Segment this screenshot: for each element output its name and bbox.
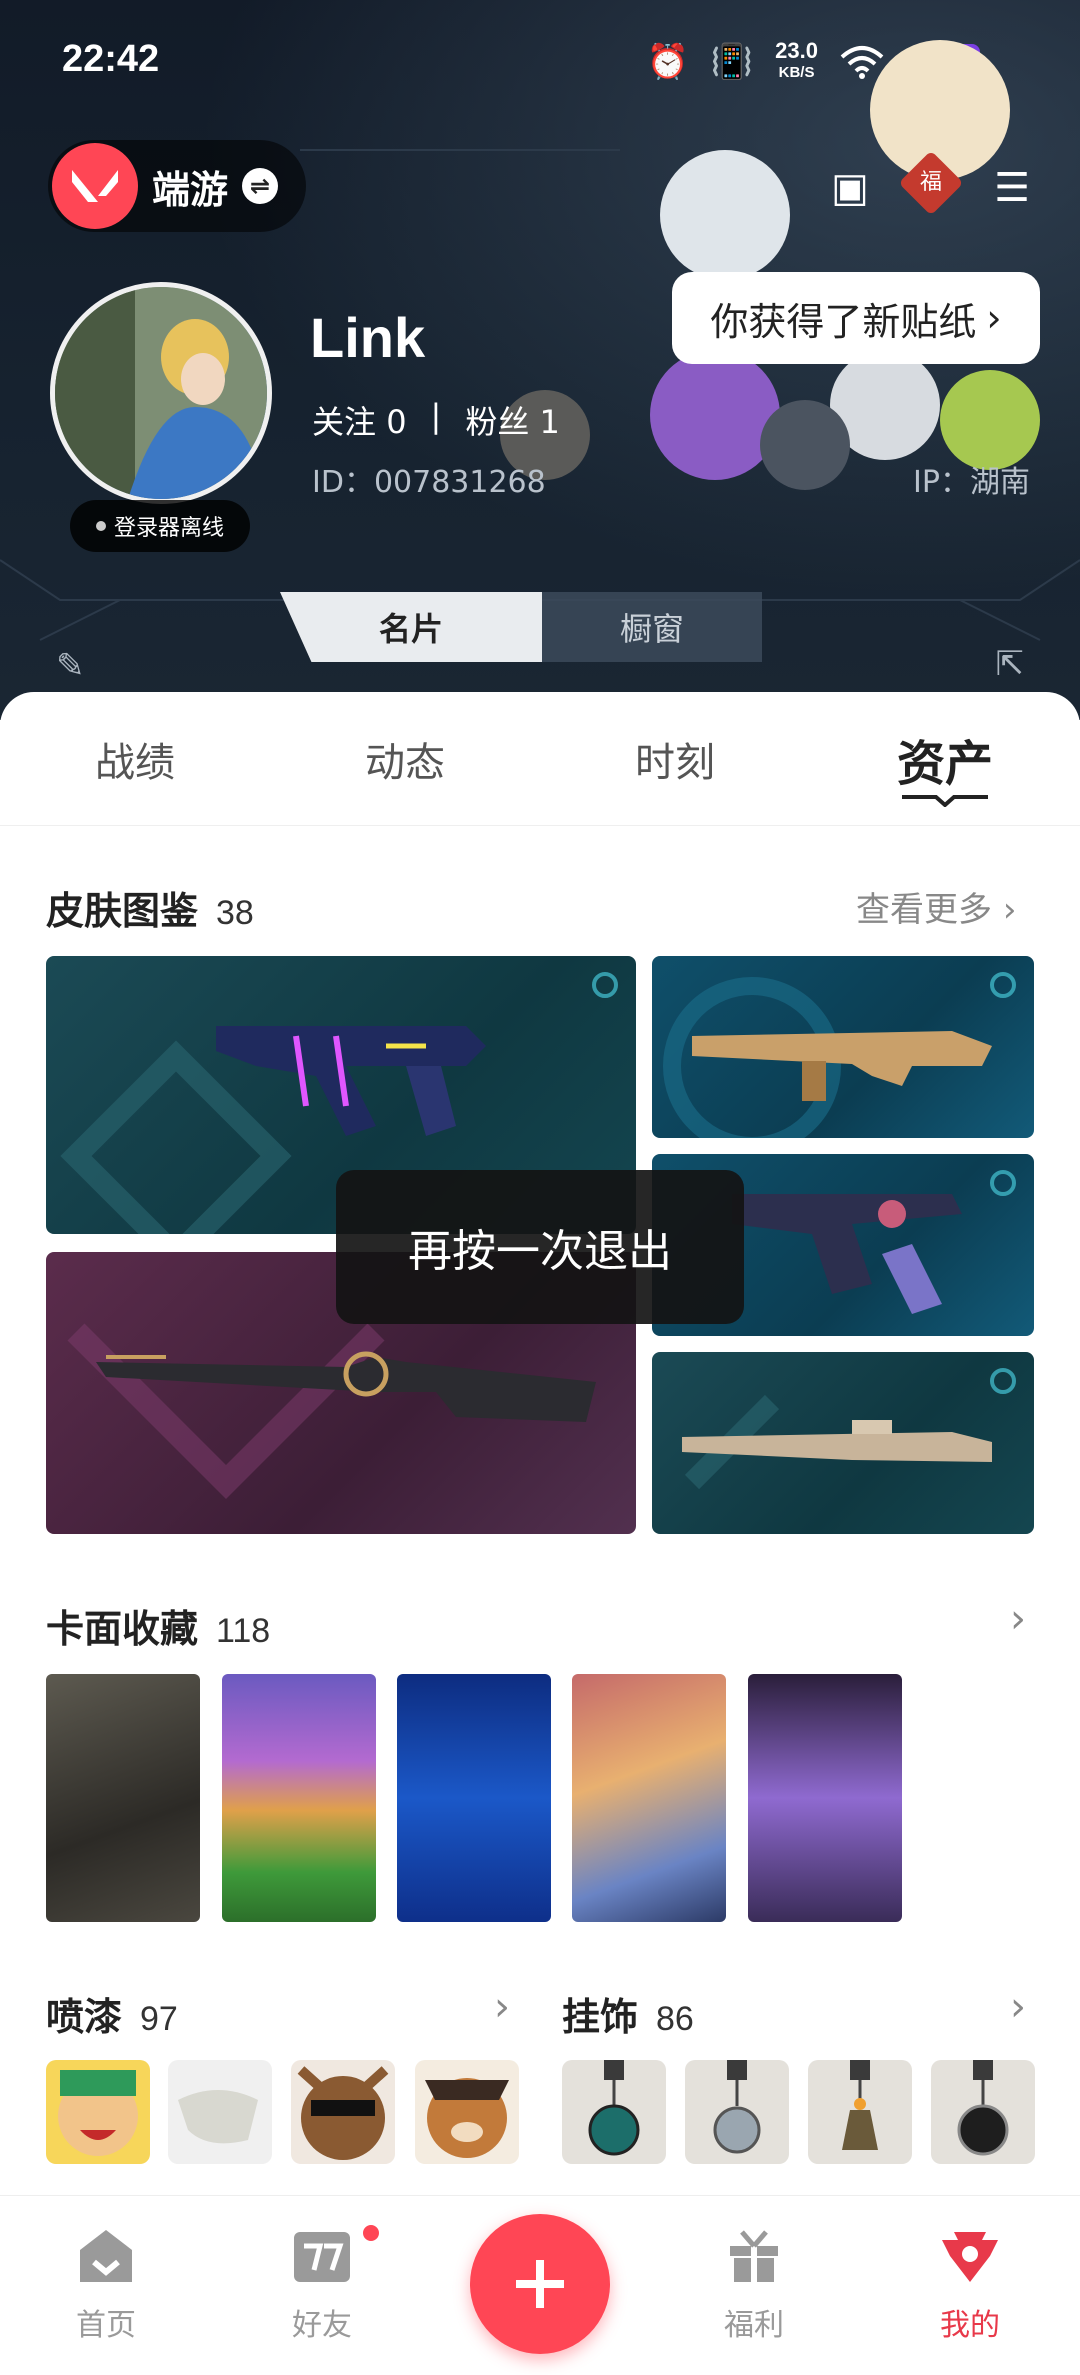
spray-3[interactable] [291,2060,395,2164]
skin-card-rifle[interactable] [652,956,1034,1138]
follow-stats: 关注 0 | 粉丝 1 [312,397,560,443]
user-ip-location: IP：湖南 [913,465,1030,500]
new-sticker-toast[interactable]: 你获得了新贴纸 › [672,272,1040,364]
rarity-icon [990,972,1016,998]
skins-more-link[interactable]: 查看更多 › [856,882,1016,931]
home-icon [80,2230,132,2282]
tab-feed[interactable]: 动态 [270,692,540,825]
create-post-button[interactable] [470,2214,610,2354]
nav-me[interactable]: 我的 [900,2226,1040,2344]
exit-toast: 再按一次退出 [336,1170,744,1324]
player-card-4[interactable] [572,1674,726,1922]
tab-stats[interactable]: 战绩 [0,692,270,825]
sprays-section-title: 喷漆 97 [46,1995,178,2039]
tab-name-card[interactable]: 名片 [280,592,542,662]
charm-4[interactable] [931,2060,1035,2164]
plus-icon [516,2260,564,2308]
rarity-icon [990,1170,1016,1196]
game-name: 端游 [152,167,229,212]
menu-icon[interactable]: ☰ [984,160,1040,216]
valorant-logo-icon [52,143,138,229]
game-switch-button[interactable]: 端游 ⇌ [48,140,306,232]
followers-link[interactable]: 粉丝 1 [465,397,560,443]
player-card-2[interactable] [222,1674,376,1922]
username: Link [310,306,426,369]
following-link[interactable]: 关注 0 [312,397,407,443]
cards-count: 118 [216,1612,271,1650]
chevron-right-icon: › [986,296,1002,340]
profile-icon [942,2232,998,2282]
chevron-right-icon: › [1002,890,1017,930]
charms-section-title: 挂饰 86 [562,1995,694,2039]
player-card-5[interactable] [748,1674,902,1922]
notification-dot [360,2222,382,2244]
tab-assets-label: 资产 [896,735,993,792]
charm-2[interactable] [685,2060,789,2164]
player-card-1[interactable] [46,1674,200,1922]
edit-icon[interactable]: ✎ [56,646,85,686]
avatar[interactable] [50,282,272,504]
spray-4[interactable] [415,2060,519,2164]
rarity-icon [592,972,618,998]
swap-icon: ⇌ [242,168,279,204]
launcher-status-text: 登录器离线 [113,516,224,541]
shotgun-skin-image [682,1394,992,1490]
charm-3[interactable] [808,2060,912,2164]
fu-glyph: 福 [919,169,943,195]
sticker-dark-hair [760,400,850,490]
sprays-more-chevron-icon[interactable]: › [494,1984,510,2030]
offline-dot [95,521,106,531]
header-actions: ▣ 福 ☰ [822,150,1040,216]
status-time: 22:42 [62,38,160,80]
tab-moments[interactable]: 时刻 [540,692,810,825]
sticker-purple-hair [650,350,780,480]
share-icon[interactable]: ⇱ [996,644,1025,684]
rarity-icon [990,1368,1016,1394]
main-tabs: 战绩 动态 时刻 资产 [0,692,1080,826]
sticker-decoration [500,20,1080,500]
friends-icon [294,2232,350,2282]
spray-2[interactable] [168,2060,272,2164]
charms-count: 86 [656,2000,694,2038]
wardrobe-icon[interactable]: ▣ [822,160,878,216]
tab-showcase[interactable]: 橱窗 [542,592,762,662]
charm-1[interactable] [562,2060,666,2164]
charms-more-chevron-icon[interactable]: › [1010,1984,1026,2030]
skins-count: 38 [216,894,254,932]
tab-assets[interactable]: 资产 [810,692,1080,825]
sticker-green [940,370,1040,470]
nav-home[interactable]: 首页 [36,2226,176,2344]
stats-separator: | [430,397,442,435]
sticker-white-hair [660,150,790,280]
gift-icon [730,2230,778,2282]
nav-benefits[interactable]: 福利 [684,2226,824,2344]
active-tab-indicator [902,795,988,807]
rifle-skin-image [663,977,992,1138]
card-tabs: 名片 橱窗 [280,592,800,664]
cards-more-chevron-icon[interactable]: › [1010,1596,1026,1642]
sprays-count: 97 [140,2000,178,2038]
skin-card-shotgun[interactable] [652,1352,1034,1534]
player-card-3[interactable] [397,1674,551,1922]
new-sticker-text: 你获得了新贴纸 [710,299,977,344]
lucky-icon[interactable]: 福 [898,150,964,216]
user-id: ID：007831268 [312,465,546,500]
cards-section-title: 卡面收藏 118 [46,1607,271,1651]
spray-1[interactable] [46,2060,150,2164]
skins-section-title: 皮肤图鉴 38 [46,889,254,933]
bottom-nav: 首页 好友 福利 我的 [0,2195,1080,2375]
launcher-status-badge: 登录器离线 [70,500,250,552]
profile-header: 22:42 ⏰ 📳 23.0 KB/S 5G 53 端游 ⇌ [0,0,1080,720]
